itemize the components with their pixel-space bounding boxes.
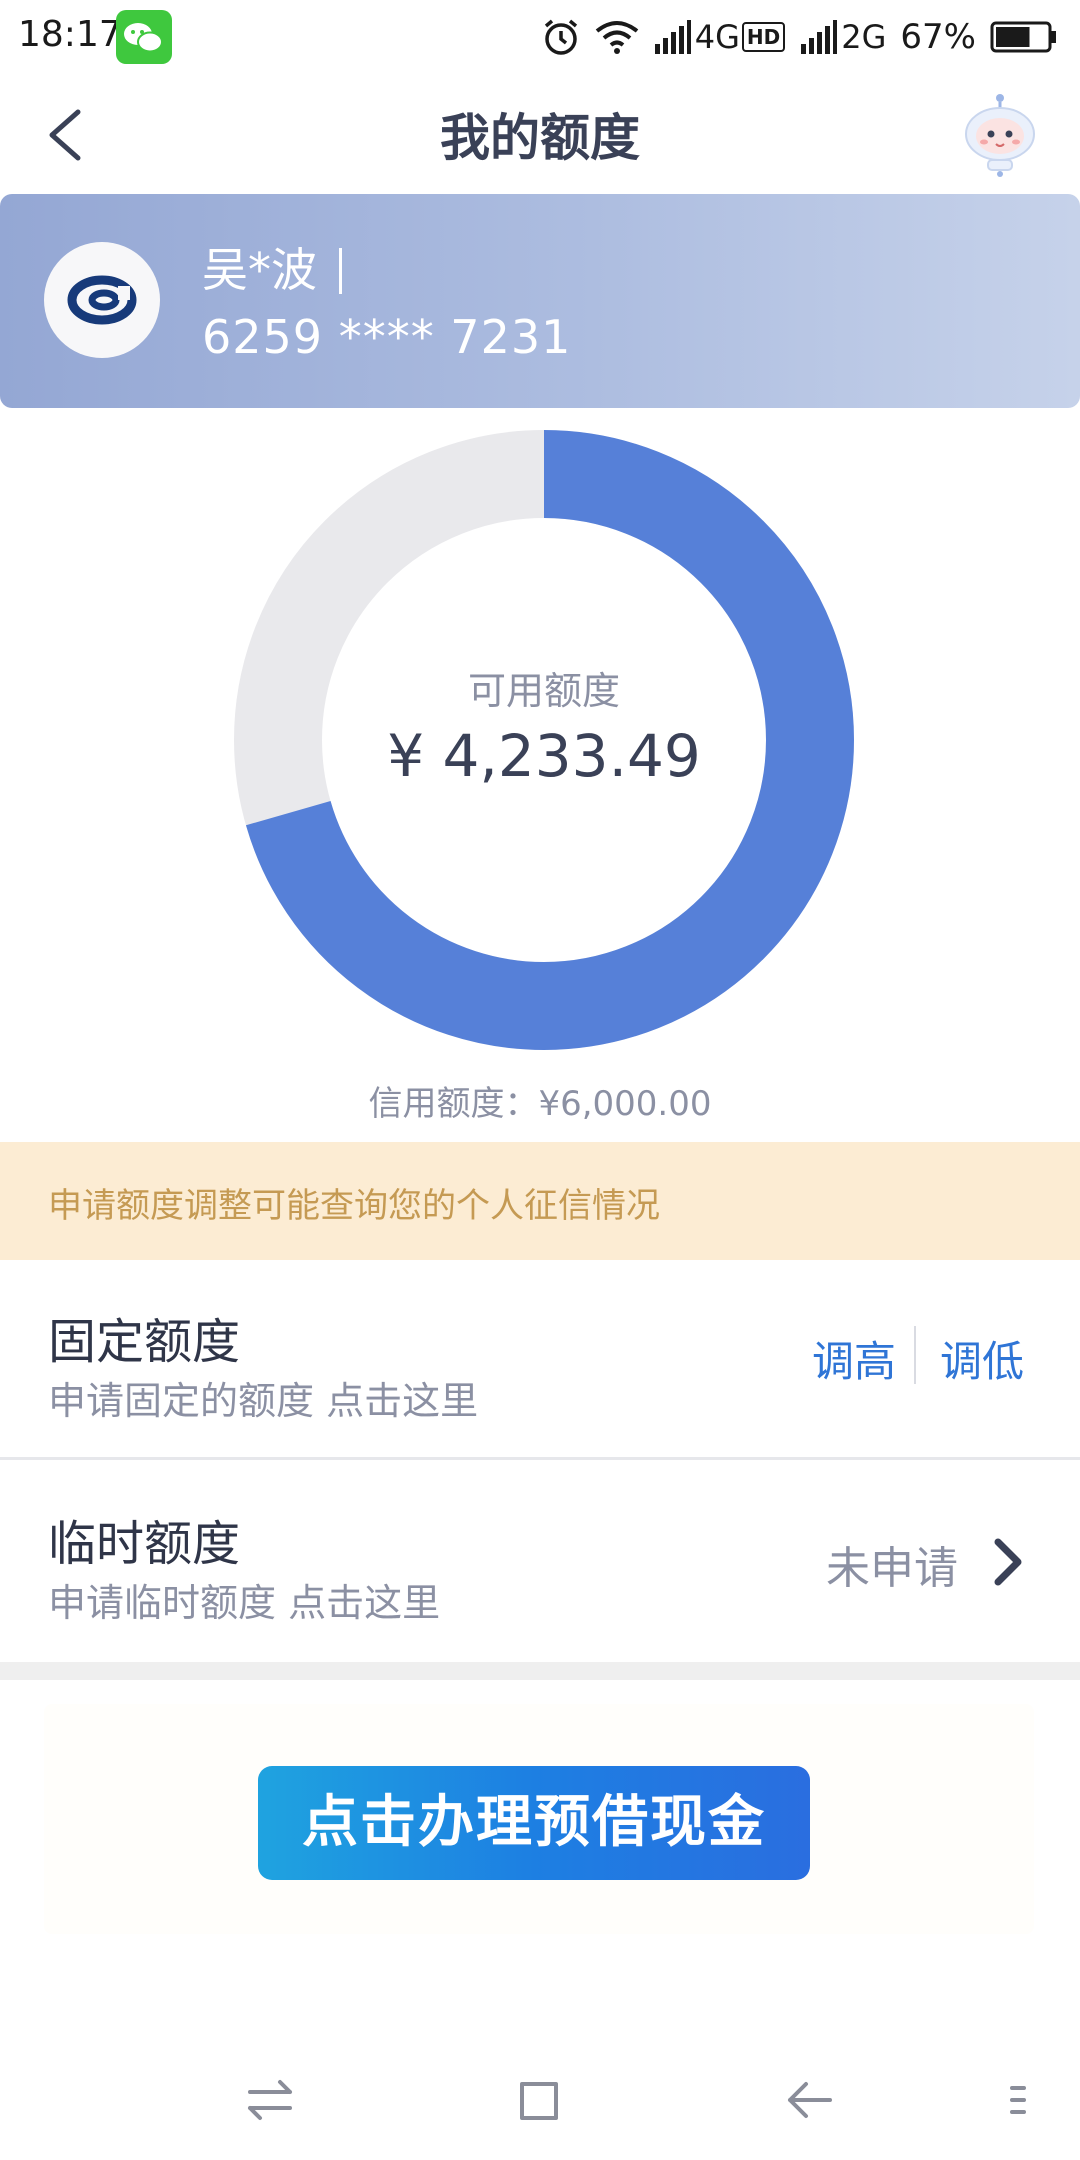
credit-check-notice: 申请额度调整可能查询您的个人征信情况 (0, 1142, 1080, 1260)
status-icons: 4G HD 2G 67% (541, 12, 1058, 62)
section-divider (0, 1662, 1080, 1680)
temporary-limit-row[interactable]: 临时额度 申请临时额度 点击这里 未申请 (0, 1462, 1080, 1662)
network-type-1: 4G (694, 18, 740, 56)
notice-text: 申请额度调整可能查询您的个人征信情况 (48, 1186, 660, 1226)
raise-limit-button[interactable]: 调高 (812, 1328, 896, 1389)
signal-icon-2 (801, 20, 838, 54)
available-limit-value: ¥ 4,233.49 (387, 722, 701, 790)
cash-advance-button[interactable]: 点击办理预借现金 (258, 1766, 810, 1880)
fixed-limit-title: 固定额度 (48, 1314, 241, 1370)
available-limit-label: 可用额度 (467, 669, 620, 713)
wifi-icon (595, 21, 639, 54)
name-separator (339, 248, 342, 294)
alarm-icon (544, 19, 577, 55)
card-banner: 吴*波 6259 **** 7231 (0, 194, 1080, 408)
card-holder: 吴*波 (202, 234, 342, 300)
network-type-2: 2G (841, 18, 887, 56)
temporary-limit-subtitle: 申请临时额度 点击这里 (48, 1581, 441, 1625)
status-bar: 18:17 4G HD 2G 67% (0, 0, 1080, 76)
battery-icon (990, 21, 1056, 53)
chevron-right-icon (994, 1538, 1022, 1586)
temporary-limit-status: 未申请 (826, 1543, 958, 1594)
home-square-icon[interactable] (510, 2070, 570, 2130)
robot-assistant-icon[interactable] (960, 92, 1040, 178)
credit-limit-text: 信用额度：¥6,000.00 (368, 1084, 712, 1124)
temporary-limit-title: 临时额度 (48, 1516, 241, 1572)
menu-icon[interactable] (1000, 2070, 1040, 2130)
fixed-limit-row[interactable]: 固定额度 申请固定的额度 点击这里 调高 调低 (0, 1260, 1080, 1460)
lower-limit-button[interactable]: 调低 (940, 1328, 1024, 1389)
fixed-limit-subtitle: 申请固定的额度 点击这里 (48, 1379, 479, 1423)
battery-percent: 67% (900, 17, 976, 57)
hd-badge: HD (741, 22, 786, 52)
wechat-notification-icon (116, 10, 172, 64)
card-number: 6259 **** 7231 (202, 310, 572, 364)
system-navigation-bar (0, 2040, 1080, 2160)
switch-apps-icon[interactable] (240, 2070, 300, 2130)
page-title: 我的额度 (440, 109, 640, 167)
back-nav-icon[interactable] (780, 2070, 840, 2130)
status-time: 18:17 (18, 14, 122, 55)
credit-donut-chart: 可用额度 ¥ 4,233.49 (232, 428, 856, 1052)
bank-logo (44, 242, 160, 358)
button-divider (914, 1326, 916, 1384)
nav-bar: 我的额度 (0, 76, 1080, 194)
card-holder-name: 吴*波 (202, 243, 317, 297)
signal-icon (654, 20, 691, 54)
